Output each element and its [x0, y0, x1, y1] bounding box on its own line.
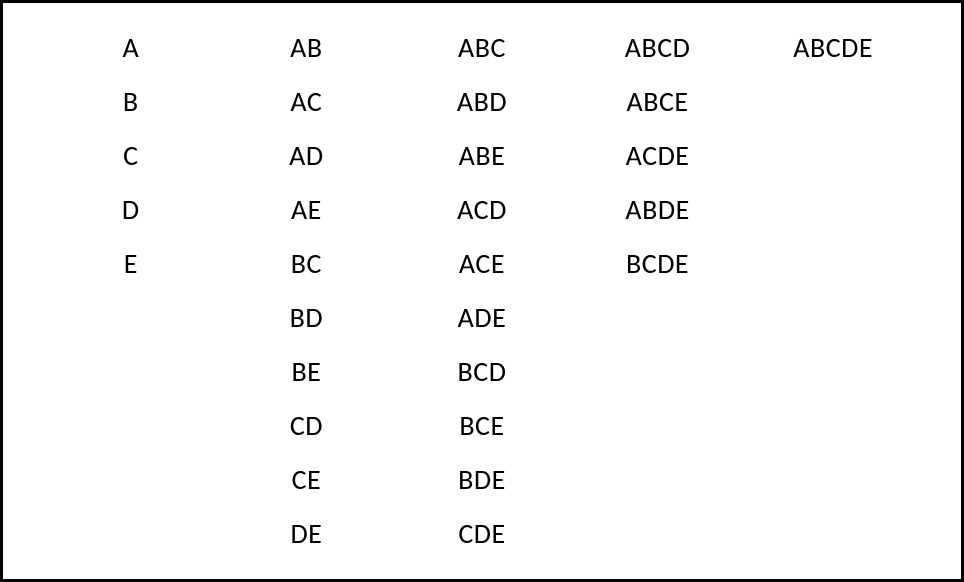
cell: ABCDE [793, 21, 873, 75]
cell: B [123, 75, 139, 129]
cell: AB [290, 21, 322, 75]
cell: AD [289, 129, 323, 183]
column-2: AB AC AD AE BC BD BE CD CE DE [219, 21, 395, 561]
cell: ABDE [625, 183, 689, 237]
cell: ABCD [625, 21, 691, 75]
cell: BD [290, 291, 323, 345]
column-4: ABCD ABCE ACDE ABDE BCDE [570, 21, 746, 561]
column-5: ABCDE [745, 21, 921, 561]
cell: D [122, 183, 140, 237]
cell: BC [291, 237, 322, 291]
column-1: A B C D E [43, 21, 219, 561]
cell: CD [290, 399, 323, 453]
cell: BCE [459, 399, 504, 453]
columns-wrapper: A B C D E AB AC AD AE BC BD BE CD CE DE … [43, 21, 921, 561]
cell: ACD [457, 183, 507, 237]
cell: ADE [458, 291, 507, 345]
cell: ACE [459, 237, 505, 291]
cell: BCDE [626, 237, 689, 291]
cell: DE [290, 507, 322, 561]
cell: ACDE [626, 129, 690, 183]
cell: C [123, 129, 138, 183]
cell: A [122, 21, 139, 75]
column-3: ABC ABD ABE ACD ACE ADE BCD BCE BDE CDE [394, 21, 570, 561]
cell: AE [291, 183, 322, 237]
cell: ABC [458, 21, 506, 75]
cell: CE [292, 453, 322, 507]
cell: BDE [458, 453, 506, 507]
cell: AC [290, 75, 322, 129]
cell: BCD [458, 345, 507, 399]
cell: ABCE [627, 75, 689, 129]
cell: ABE [459, 129, 506, 183]
cell: ABD [457, 75, 507, 129]
cell: E [124, 237, 138, 291]
combinations-table: A B C D E AB AC AD AE BC BD BE CD CE DE … [0, 0, 964, 582]
cell: CDE [458, 507, 505, 561]
cell: BE [291, 345, 321, 399]
